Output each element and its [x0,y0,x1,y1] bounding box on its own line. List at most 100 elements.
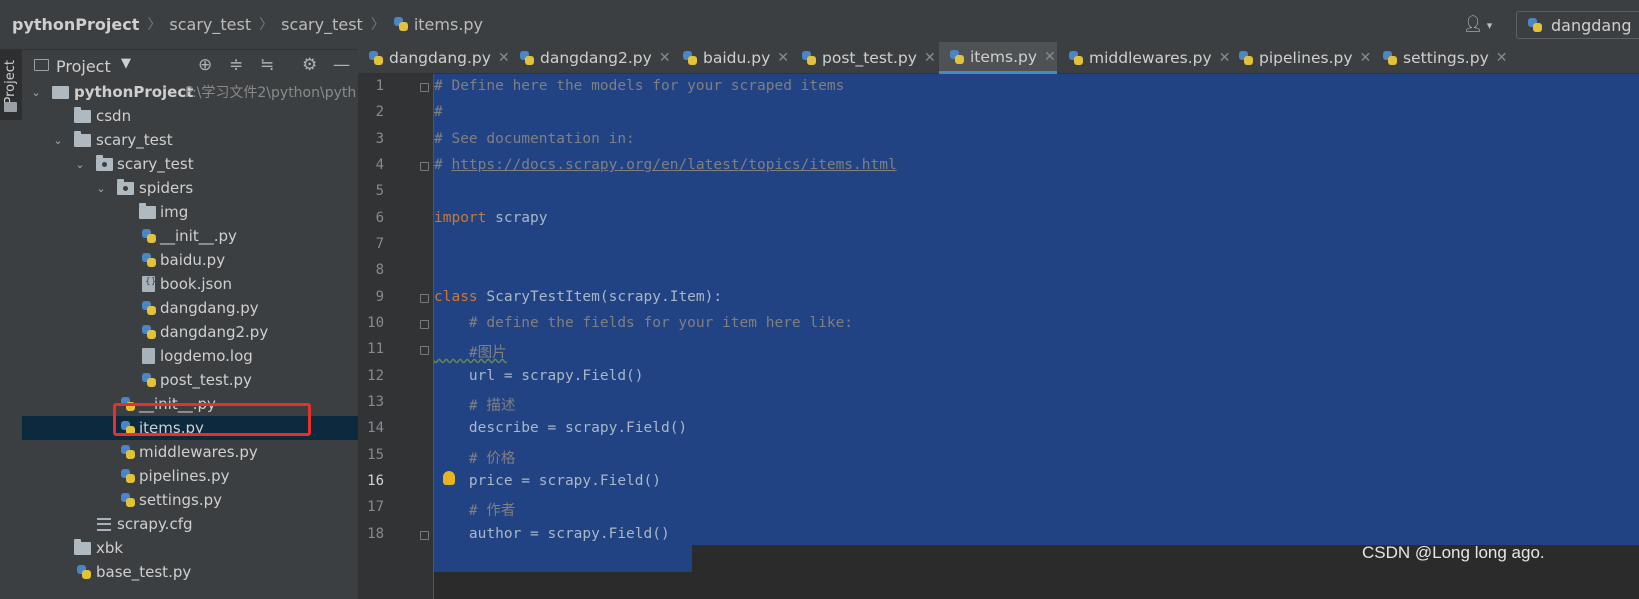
tree-item-middlewares-py[interactable]: middlewares.py [22,440,372,464]
target-icon[interactable]: ⊕ [198,55,212,75]
tree-item-dangdang2-py[interactable]: dangdang2.py [22,320,372,344]
chevron-down-icon: ▾ [1483,19,1493,32]
tab-pipelines-py[interactable]: pipelines.py ✕ [1238,42,1371,74]
tree-item-xbk[interactable]: xbk [22,536,372,560]
tree-item-label: csdn [96,107,132,125]
tree-item-scrapy-cfg[interactable]: scrapy.cfg [22,512,372,536]
tree-item-label: scary_test [117,155,194,173]
breadcrumb-separator: 〉 [370,17,385,33]
chevron-down-icon[interactable]: ⌄ [74,158,86,171]
python-file-icon [120,492,136,508]
tab-items-py[interactable]: items.py ✕ [939,42,1057,74]
breadcrumb-separator: 〉 [147,17,162,33]
code-comment: # Define here the models for your scrape… [434,78,845,94]
python-file-icon [393,16,409,32]
tree-item-baidu-py[interactable]: baidu.py [22,248,372,272]
tree-item-path: F:\学习文件2\python\pyth [185,85,357,101]
code-line: import scrapy [434,210,548,226]
line-number: 4 [375,157,384,173]
tree-item-settings-py[interactable]: settings.py [22,488,372,512]
tree-item-label: book.json [160,275,232,293]
folder-icon [52,86,69,99]
python-file-icon [120,468,136,484]
tab-post-test-py[interactable]: post_test.py ✕ [801,42,936,74]
code-line: #图片 [434,341,507,362]
tree-item-init-py[interactable]: __init__.py [22,224,372,248]
line-number: 12 [367,368,384,384]
breadcrumb-item-scary-test-package[interactable]: scary_test [281,15,363,34]
run-configuration-select[interactable]: dangdang [1516,11,1639,39]
watermark: CSDN @Long long ago. [1362,543,1545,562]
project-stripe-label[interactable]: Project [3,60,18,104]
python-file-icon [141,372,157,388]
code-line: url = scrapy.Field() [434,368,644,384]
folder-icon [74,131,91,147]
python-icon [1527,17,1543,33]
chevron-down-icon[interactable]: ⌄ [30,86,42,99]
tab-middlewares-py[interactable]: middlewares.py ✕ [1068,42,1230,74]
line-number: 9 [375,289,384,305]
chevron-down-icon[interactable]: ▼ [121,56,131,71]
fold-marker-icon[interactable] [420,294,429,303]
tree-item-book-json[interactable]: book.json [22,272,372,296]
tree-item-pipelines-py[interactable]: pipelines.py [22,464,372,488]
project-panel-title[interactable]: Project [56,57,111,76]
tree-item-csdn[interactable]: csdn [22,104,372,128]
code-text: describe = scrapy.Field() [434,420,688,436]
expand-all-icon[interactable]: ≑ [229,55,243,75]
tab-dangdang2-py[interactable]: dangdang2.py ✕ [519,42,671,74]
breadcrumb-item-project[interactable]: pythonProject [12,15,139,34]
tab-dangdang-py[interactable]: dangdang.py ✕ [368,42,510,74]
line-number-current: 16 [367,473,384,489]
gear-icon[interactable]: ⚙ [302,55,317,75]
chevron-down-icon[interactable]: ⌄ [52,134,64,147]
breadcrumb-item-items-py[interactable]: items.py [414,15,483,34]
line-number: 10 [367,315,384,331]
tree-item-scary-test-package[interactable]: ⌄ scary_test [22,152,372,176]
tab-settings-py[interactable]: settings.py ✕ [1382,42,1507,74]
tree-item-img[interactable]: img [22,200,372,224]
tree-item-label: logdemo.log [160,347,253,365]
breadcrumb-item-scary-test[interactable]: scary_test [169,15,251,34]
tree-item-logdemo-log[interactable]: logdemo.log [22,344,372,368]
fold-marker-icon[interactable] [420,346,429,355]
collapse-all-icon[interactable]: ≒ [260,55,274,75]
code-editor[interactable]: 1 2 3 4 5 6 7 8 9 10 11 12 13 14 15 16 1… [358,74,1639,599]
code-text: price = scrapy.Field() [434,473,661,489]
tab-baidu-py[interactable]: baidu.py ✕ [682,42,789,74]
minimize-icon[interactable]: — [333,55,350,75]
close-icon[interactable]: ✕ [1219,50,1231,66]
tree-item-pythonproject[interactable]: ⌄ pythonProject F:\学习文件2\python\pyth [22,80,372,104]
tab-label: dangdang2.py [540,49,652,67]
close-icon[interactable]: ✕ [659,50,671,66]
package-icon [96,155,113,171]
code-comment: # See documentation in: [434,131,635,147]
user-menu-button[interactable]: 👤︎ ▾ [1463,14,1492,33]
tree-item-spiders[interactable]: ⌄ spiders [22,176,372,200]
close-icon[interactable]: ✕ [1044,49,1056,65]
code-comment: # 作者 [434,503,516,519]
chevron-down-icon[interactable]: ⌄ [95,182,107,195]
fold-marker-icon[interactable] [420,83,429,92]
tree-item-dangdang-py[interactable]: dangdang.py [22,296,372,320]
breadcrumb: pythonProject 〉 scary_test 〉 scary_test … [12,14,483,34]
tree-item-base-test-py[interactable]: base_test.py [22,560,372,584]
tree-item-post-test-py[interactable]: post_test.py [22,368,372,392]
python-file-icon [368,50,384,66]
python-file-icon [141,228,157,244]
close-icon[interactable]: ✕ [924,50,936,66]
code-line: describe = scrapy.Field() [434,420,687,436]
fold-marker-icon[interactable] [420,162,429,171]
line-number: 3 [375,131,384,147]
close-icon[interactable]: ✕ [1496,50,1508,66]
package-icon [117,179,134,195]
fold-marker-icon[interactable] [420,320,429,329]
fold-marker-icon[interactable] [420,531,429,540]
tree-item-label: post_test.py [160,371,252,389]
tree-item-scary-test[interactable]: ⌄ scary_test [22,128,372,152]
close-icon[interactable]: ✕ [1360,50,1372,66]
line-number: 18 [367,526,384,542]
documentation-link[interactable]: https://docs.scrapy.org/en/latest/topics… [451,157,896,173]
close-icon[interactable]: ✕ [777,50,789,66]
close-icon[interactable]: ✕ [498,50,510,66]
